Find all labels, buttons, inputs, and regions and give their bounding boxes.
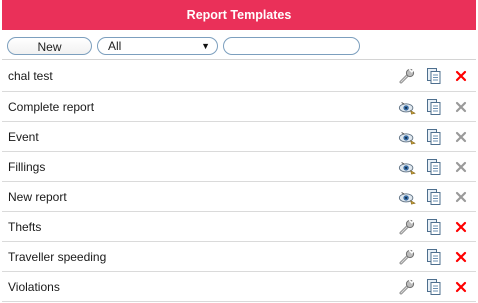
template-name[interactable]: Complete report xyxy=(8,92,94,121)
new-button[interactable]: New xyxy=(7,37,92,55)
template-row[interactable]: Complete report xyxy=(2,92,476,122)
row-actions xyxy=(389,60,470,91)
wrench-icon[interactable] xyxy=(398,248,416,266)
template-name[interactable]: Thefts xyxy=(8,212,41,241)
filter-select[interactable]: All ▼ xyxy=(97,37,218,55)
panel-title: Report Templates xyxy=(2,0,476,30)
wrench-icon[interactable] xyxy=(398,67,416,85)
delete-icon[interactable] xyxy=(452,278,470,296)
template-row[interactable]: Event xyxy=(2,122,476,152)
wrench-icon[interactable] xyxy=(398,218,416,236)
wrench-icon[interactable] xyxy=(398,278,416,296)
copy-icon[interactable] xyxy=(425,98,443,116)
delete-icon[interactable] xyxy=(452,248,470,266)
row-actions xyxy=(389,242,470,271)
template-name[interactable]: Event xyxy=(8,122,39,151)
template-name[interactable]: Traveller speeding xyxy=(8,242,106,271)
template-row[interactable]: chal test xyxy=(2,60,476,92)
eye-icon[interactable] xyxy=(398,128,416,146)
row-actions xyxy=(389,212,470,241)
delete-icon xyxy=(452,98,470,116)
toolbar: New All ▼ xyxy=(2,30,476,60)
report-templates-panel: Report Templates New All ▼ chal test Comp… xyxy=(2,0,476,303)
copy-icon[interactable] xyxy=(425,278,443,296)
delete-icon[interactable] xyxy=(452,218,470,236)
template-row[interactable]: Traveller speeding xyxy=(2,242,476,272)
delete-icon xyxy=(452,188,470,206)
copy-icon[interactable] xyxy=(425,248,443,266)
row-actions xyxy=(389,272,470,301)
template-name[interactable]: Fillings xyxy=(8,152,45,181)
delete-icon xyxy=(452,158,470,176)
copy-icon[interactable] xyxy=(425,188,443,206)
row-actions xyxy=(389,92,470,121)
template-list: chal test Complete report Event Fillings New… xyxy=(2,60,476,302)
template-row[interactable]: New report xyxy=(2,182,476,212)
template-row[interactable]: Fillings xyxy=(2,152,476,182)
search-input[interactable] xyxy=(223,37,360,55)
eye-icon[interactable] xyxy=(398,188,416,206)
eye-icon[interactable] xyxy=(398,158,416,176)
template-row[interactable]: Violations xyxy=(2,272,476,302)
copy-icon[interactable] xyxy=(425,67,443,85)
copy-icon[interactable] xyxy=(425,218,443,236)
delete-icon xyxy=(452,128,470,146)
template-name[interactable]: New report xyxy=(8,182,67,211)
eye-icon[interactable] xyxy=(398,98,416,116)
copy-icon[interactable] xyxy=(425,128,443,146)
template-row[interactable]: Thefts xyxy=(2,212,476,242)
row-actions xyxy=(389,182,470,211)
template-name[interactable]: Violations xyxy=(8,272,60,301)
filter-selected-value: All xyxy=(108,39,122,53)
row-actions xyxy=(389,152,470,181)
template-name[interactable]: chal test xyxy=(8,60,53,91)
copy-icon[interactable] xyxy=(425,158,443,176)
row-actions xyxy=(389,122,470,151)
delete-icon[interactable] xyxy=(452,67,470,85)
dropdown-arrow-icon: ▼ xyxy=(201,41,210,51)
